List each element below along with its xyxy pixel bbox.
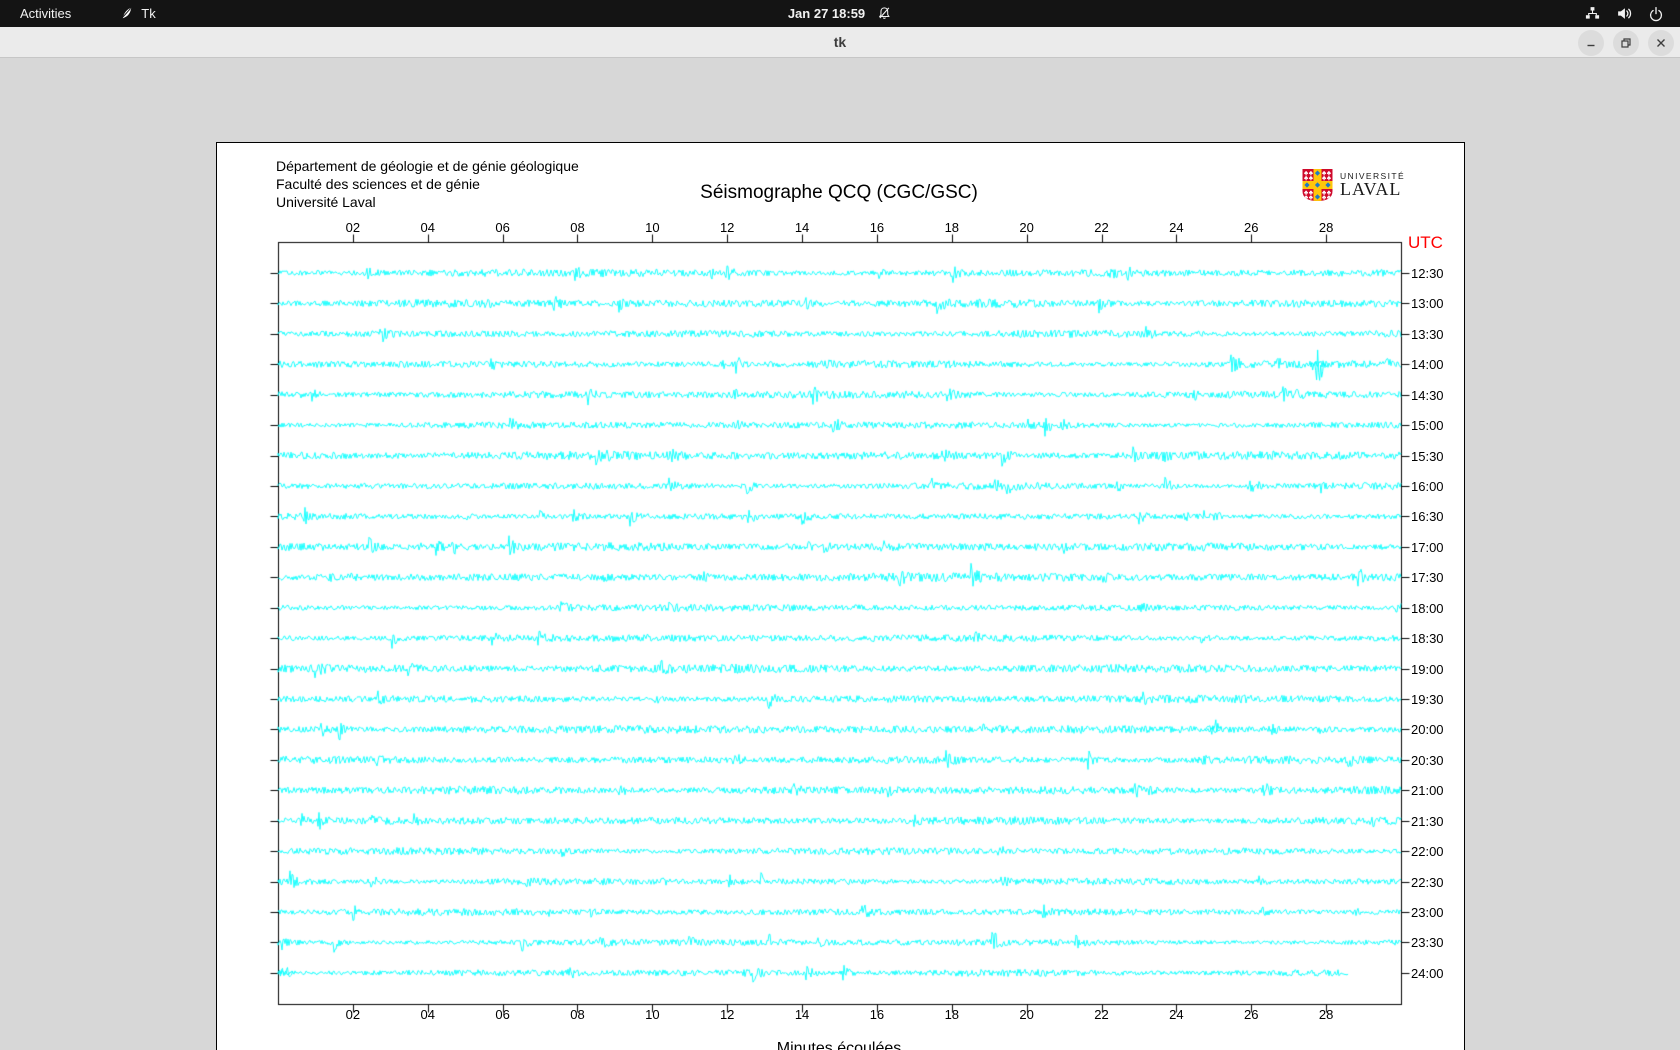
x-tick-top: 04 <box>420 220 435 235</box>
chart-title: Séismographe QCQ (CGC/GSC) <box>700 182 978 203</box>
focused-app-menu[interactable]: Tk <box>119 6 156 21</box>
x-tick-top: 28 <box>1318 220 1334 235</box>
header-line-2: Faculté des sciences et de génie <box>276 176 480 192</box>
network-wired-icon <box>1584 5 1601 22</box>
window-controls <box>1578 29 1674 56</box>
seismograph-plot <box>217 143 1464 1050</box>
x-tick-bottom: 22 <box>1094 1007 1109 1022</box>
trace-time-label: 13:00 <box>1411 296 1444 312</box>
trace-time-label: 18:00 <box>1411 600 1444 616</box>
x-tick-top: 16 <box>869 220 885 235</box>
clock-label: Jan 27 18:59 <box>787 6 866 21</box>
x-axis-label: Minutes écoulées <box>776 1040 902 1050</box>
trace-time-label: 15:00 <box>1411 418 1444 434</box>
x-tick-bottom: 26 <box>1244 1007 1259 1022</box>
trace-time-label: 21:00 <box>1411 783 1444 799</box>
trace-time-label: 18:30 <box>1411 631 1444 647</box>
desktop: Activities Tk Jan 27 18:59 tk Départemen… <box>0 0 1680 1050</box>
logo-laval-label: LAVAL <box>1340 179 1402 199</box>
header-line-3: Université Laval <box>276 194 376 210</box>
x-tick-bottom: 10 <box>645 1007 660 1022</box>
trace-time-label: 12:30 <box>1411 266 1444 281</box>
top-bar: Activities Tk Jan 27 18:59 <box>0 0 1680 27</box>
trace-time-label: 15:30 <box>1411 448 1444 464</box>
x-tick-bottom: 20 <box>1019 1007 1034 1022</box>
trace-time-label: 20:00 <box>1411 722 1444 738</box>
trace-time-label: 13:30 <box>1411 326 1444 342</box>
trace-time-label: 16:30 <box>1411 509 1444 525</box>
x-tick-bottom: 28 <box>1318 1007 1334 1022</box>
x-tick-bottom: 02 <box>345 1007 361 1022</box>
x-tick-bottom: 08 <box>570 1007 585 1022</box>
utc-axis-label: UTC <box>1408 233 1443 252</box>
close-button[interactable] <box>1648 29 1674 56</box>
institution-header: Département de géologie et de génie géol… <box>276 157 579 211</box>
x-tick-top: 06 <box>495 220 510 235</box>
trace-time-label: 16:00 <box>1411 479 1444 494</box>
x-tick-top: 26 <box>1244 220 1259 235</box>
trace-time-label: 19:00 <box>1411 661 1444 677</box>
x-tick-top: 20 <box>1019 220 1034 235</box>
minimize-button[interactable] <box>1578 29 1604 56</box>
x-tick-top: 14 <box>794 220 810 235</box>
x-tick-top: 24 <box>1169 220 1184 235</box>
x-tick-bottom: 24 <box>1169 1007 1184 1022</box>
x-tick-bottom: 14 <box>794 1007 810 1022</box>
window-titlebar: tk <box>0 27 1680 58</box>
trace-time-label: 17:00 <box>1411 539 1444 555</box>
power-icon <box>1648 6 1664 22</box>
x-tick-top: 12 <box>719 220 735 235</box>
x-tick-top: 10 <box>645 220 660 235</box>
trace-time-label: 24:00 <box>1411 965 1444 981</box>
laval-shield-icon <box>1301 169 1334 206</box>
laval-wordmark: UNIVERSITÉ LAVAL <box>1340 169 1405 206</box>
trace-time-label: 14:00 <box>1411 357 1444 373</box>
universite-laval-logo: UNIVERSITÉ LAVAL <box>1301 169 1405 206</box>
trace-time-label: 21:30 <box>1411 813 1444 829</box>
trace-time-label: 23:00 <box>1411 905 1444 921</box>
x-tick-bottom: 18 <box>944 1007 960 1022</box>
top-bar-left: Activities Tk <box>0 0 156 27</box>
maximize-button[interactable] <box>1613 29 1639 56</box>
x-tick-top: 18 <box>944 220 960 235</box>
activities-button[interactable]: Activities <box>20 6 71 21</box>
trace-time-label: 23:30 <box>1411 935 1444 951</box>
clock-menu[interactable]: Jan 27 18:59 <box>788 0 892 27</box>
x-tick-top: 02 <box>345 220 361 235</box>
window-title: tk <box>833 34 847 50</box>
system-status-area[interactable] <box>1584 0 1680 27</box>
header-line-1: Département de géologie et de génie géol… <box>276 158 579 174</box>
trace-time-label: 17:30 <box>1411 570 1444 586</box>
x-tick-bottom: 16 <box>869 1007 885 1022</box>
tk-app-icon <box>119 6 134 21</box>
app-name-label: Tk <box>141 6 156 21</box>
window-content: Département de géologie et de génie géol… <box>0 58 1680 1050</box>
trace-time-label: 14:30 <box>1411 387 1444 403</box>
trace-time-label: 22:00 <box>1411 844 1444 860</box>
trace-time-label: 19:30 <box>1411 692 1444 708</box>
x-tick-bottom: 12 <box>719 1007 735 1022</box>
x-tick-bottom: 04 <box>420 1007 435 1022</box>
trace-time-label: 20:30 <box>1411 752 1444 768</box>
trace-time-label: 22:30 <box>1411 874 1444 890</box>
notifications-muted-icon <box>877 6 892 21</box>
x-tick-top: 22 <box>1094 220 1109 235</box>
seismograph-panel: Département de géologie et de génie géol… <box>216 142 1465 1050</box>
x-tick-bottom: 06 <box>495 1007 510 1022</box>
x-tick-top: 08 <box>570 220 585 235</box>
volume-icon <box>1616 5 1633 22</box>
